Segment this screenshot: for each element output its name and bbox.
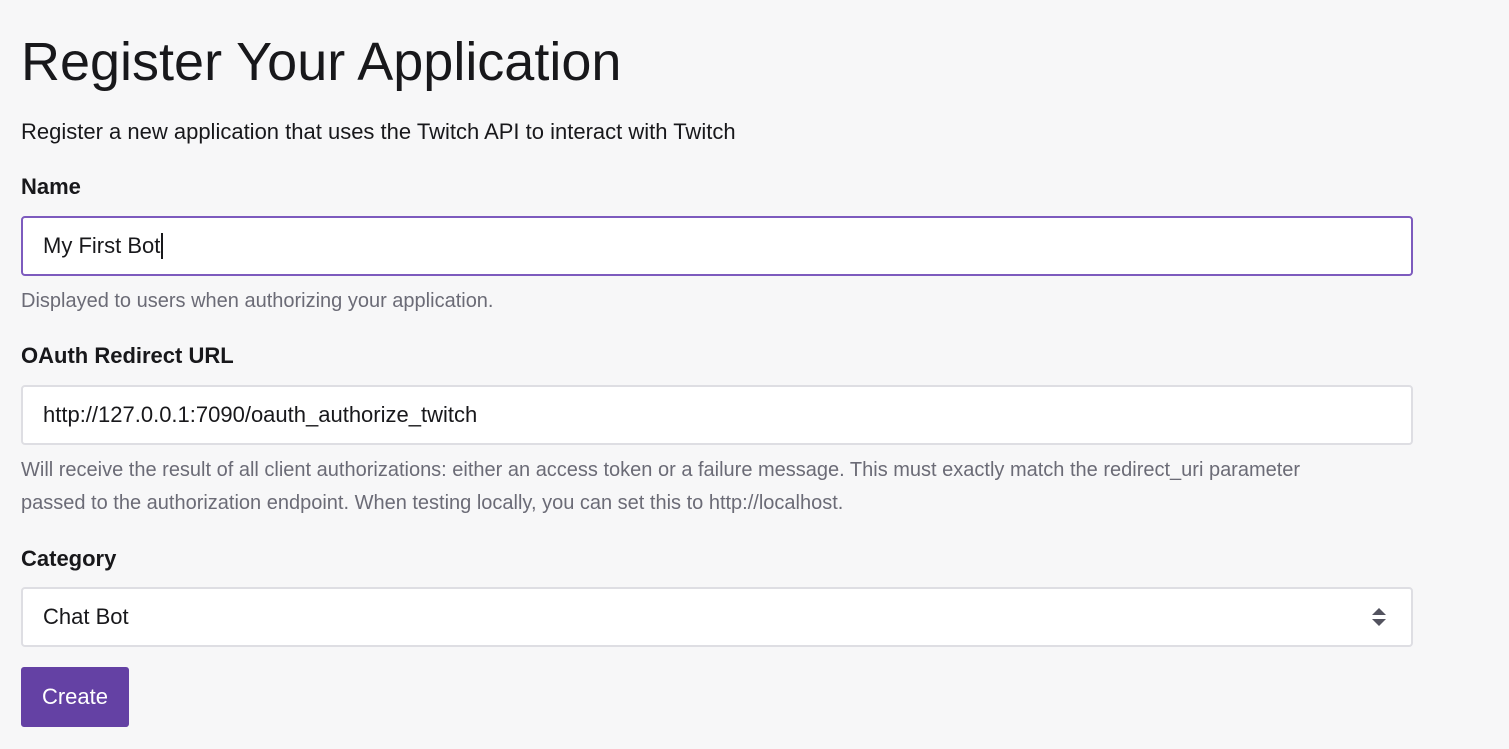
- category-label: Category: [21, 546, 117, 571]
- redirect-url-input-value: http://127.0.0.1:7090/oauth_authorize_tw…: [43, 402, 478, 427]
- redirect-url-help-text: Will receive the result of all client au…: [21, 459, 1301, 514]
- name-input-value: My First Bot: [43, 233, 161, 258]
- page-subtitle: Register a new application that uses the…: [21, 119, 736, 144]
- category-selected-value: Chat Bot: [43, 604, 129, 629]
- name-input[interactable]: My First Bot: [21, 216, 1413, 276]
- category-select[interactable]: Chat Bot: [21, 587, 1413, 647]
- redirect-url-label: OAuth Redirect URL: [21, 343, 234, 368]
- create-button[interactable]: Create: [21, 667, 129, 727]
- text-caret: [161, 233, 163, 259]
- name-help-text: Displayed to users when authorizing your…: [21, 290, 494, 312]
- select-arrows-icon: [1372, 608, 1386, 626]
- name-label: Name: [21, 174, 81, 199]
- page-title: Register Your Application: [21, 32, 622, 92]
- redirect-url-input[interactable]: http://127.0.0.1:7090/oauth_authorize_tw…: [21, 385, 1413, 445]
